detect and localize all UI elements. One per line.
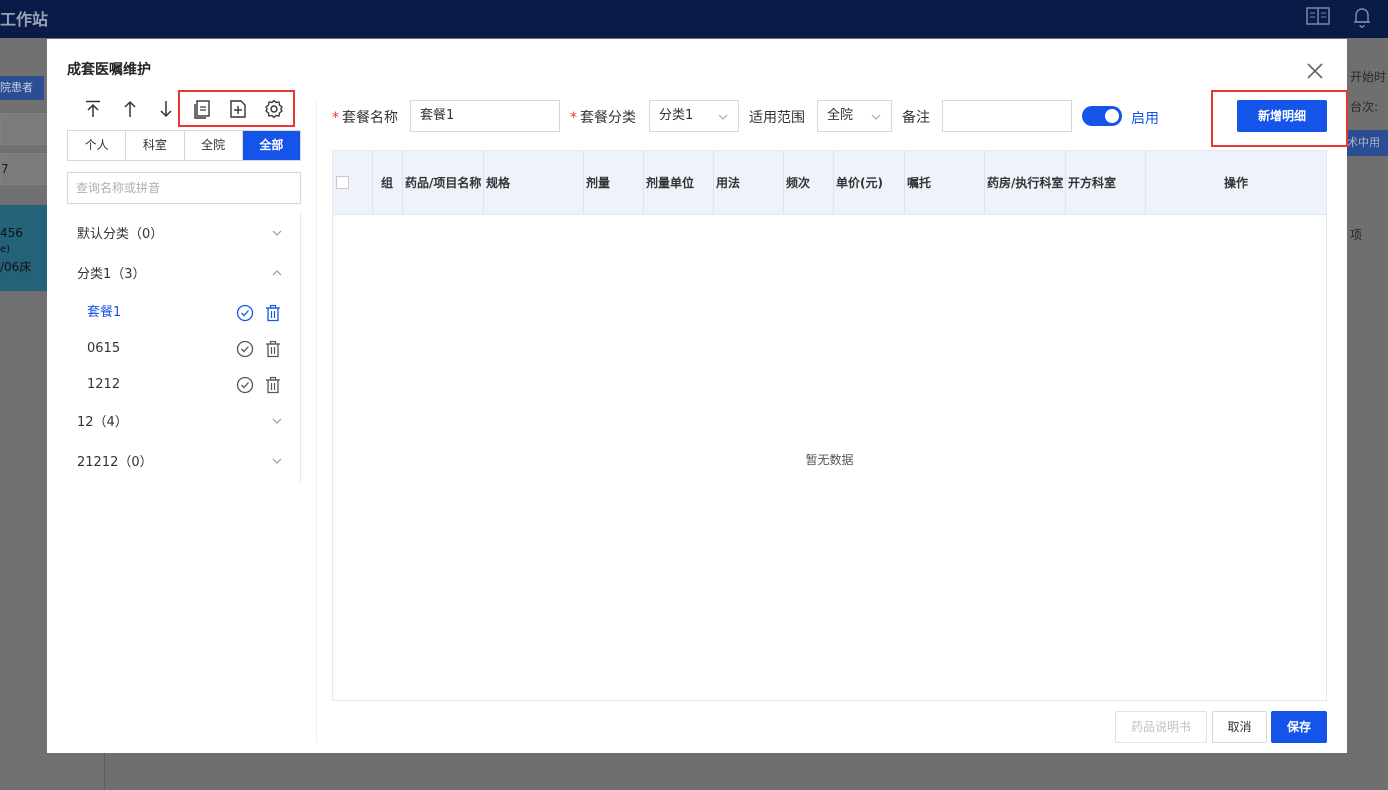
bg-tab-intraop[interactable]: 术中用 bbox=[1347, 130, 1388, 156]
order-set-label: 0615 bbox=[87, 341, 121, 356]
category-select-value: 分类1 bbox=[659, 108, 694, 123]
order-set-dialog: 成套医嘱维护 个人 科室 全院 全部 默认分类（0） 分类1（3） 套餐1 06… bbox=[47, 39, 1348, 753]
check-circle-icon[interactable] bbox=[236, 376, 254, 394]
column-header: 嘱托 bbox=[905, 151, 985, 214]
order-set-item[interactable]: 0615 bbox=[67, 334, 301, 364]
column-header: 剂量 bbox=[584, 151, 644, 214]
dialog-title: 成套医嘱维护 bbox=[67, 62, 151, 78]
order-set-label: 套餐1 bbox=[87, 305, 122, 320]
column-header: 药房/执行科室 bbox=[985, 151, 1066, 214]
book-icon[interactable] bbox=[1306, 6, 1330, 31]
settings-icon[interactable] bbox=[264, 99, 284, 119]
category-label: 默认分类（0） bbox=[77, 227, 164, 242]
scope-select[interactable]: 全院 bbox=[817, 100, 892, 132]
column-header: 操作 bbox=[1223, 175, 1248, 190]
copy-icon[interactable] bbox=[192, 99, 212, 119]
category-field-label: * 套餐分类 bbox=[570, 110, 636, 126]
close-icon[interactable] bbox=[1305, 61, 1325, 81]
detail-table: 组 药品/项目名称 规格 剂量 剂量单位 用法 频次 单价(元) 嘱托 药房/执… bbox=[332, 150, 1327, 701]
chevron-down-icon bbox=[718, 114, 728, 120]
patient-bed: /06床 bbox=[0, 260, 32, 274]
column-select bbox=[333, 151, 373, 214]
drug-manual-button[interactable]: 药品说明书 bbox=[1115, 711, 1207, 743]
table-header: 组 药品/项目名称 规格 剂量 剂量单位 用法 频次 单价(元) 嘱托 药房/执… bbox=[333, 151, 1326, 215]
trash-icon[interactable] bbox=[264, 340, 282, 358]
remark-input[interactable] bbox=[942, 100, 1072, 132]
category-12[interactable]: 12（4） bbox=[67, 408, 301, 438]
add-file-icon[interactable] bbox=[228, 99, 248, 119]
chevron-down-icon bbox=[272, 230, 282, 236]
tab-hospital[interactable]: 全院 bbox=[185, 131, 243, 160]
category-label: 21212（0） bbox=[77, 455, 153, 470]
name-input[interactable]: 套餐1 bbox=[410, 100, 560, 132]
category-21212[interactable]: 21212（0） bbox=[67, 448, 301, 478]
patient-tab[interactable]: 院患者 bbox=[0, 76, 44, 100]
category-default[interactable]: 默认分类（0） bbox=[67, 220, 301, 250]
save-button[interactable]: 保存 bbox=[1271, 711, 1327, 743]
bg-session: 台次: bbox=[1350, 100, 1379, 114]
empty-state: 暂无数据 bbox=[805, 453, 854, 467]
chevron-down-icon bbox=[272, 418, 282, 424]
column-header: 频次 bbox=[784, 151, 834, 214]
column-header: 开方科室 bbox=[1066, 151, 1146, 214]
column-header: 用法 bbox=[714, 151, 784, 214]
category-label: 分类1（3） bbox=[77, 267, 146, 282]
column-header: 单价(元) bbox=[834, 151, 905, 214]
column-header: 规格 bbox=[484, 151, 584, 214]
panel-divider bbox=[316, 99, 317, 743]
scope-select-value: 全院 bbox=[827, 108, 854, 123]
bg-start-time: 开始时 bbox=[1350, 70, 1387, 84]
patient-card[interactable]: 456 e) /06床 bbox=[0, 205, 48, 291]
check-circle-icon[interactable] bbox=[236, 304, 254, 322]
order-set-item[interactable]: 套餐1 bbox=[67, 298, 301, 328]
tab-all[interactable]: 全部 bbox=[242, 131, 300, 160]
patient-id: 456 bbox=[0, 226, 23, 240]
tree-scrollbar-line bbox=[300, 212, 301, 483]
category-label: 12（4） bbox=[77, 415, 128, 430]
category-select[interactable]: 分类1 bbox=[649, 100, 739, 132]
remark-label: 备注 bbox=[902, 110, 930, 126]
trash-icon[interactable] bbox=[264, 376, 282, 394]
patient-info: e) bbox=[0, 244, 11, 255]
move-top-icon[interactable] bbox=[83, 99, 103, 119]
scope-tabs: 个人 科室 全院 全部 bbox=[67, 130, 301, 161]
select-all-checkbox[interactable] bbox=[336, 176, 349, 189]
cancel-button[interactable]: 取消 bbox=[1212, 711, 1267, 743]
category-1[interactable]: 分类1（3） bbox=[67, 260, 301, 290]
order-set-label: 1212 bbox=[87, 377, 121, 392]
trash-icon[interactable] bbox=[264, 304, 282, 322]
column-header: 药品/项目名称 bbox=[403, 151, 484, 214]
chevron-down-icon bbox=[272, 458, 282, 464]
column-header: 剂量单位 bbox=[644, 151, 714, 214]
tab-department[interactable]: 科室 bbox=[126, 131, 185, 160]
bg-item: 项 bbox=[1350, 228, 1363, 242]
app-header: 工作站 bbox=[0, 0, 1388, 38]
scope-label: 适用范围 bbox=[749, 110, 805, 126]
order-set-item[interactable]: 1212 bbox=[67, 370, 301, 400]
enable-label: 启用 bbox=[1131, 111, 1159, 127]
add-detail-button[interactable]: 新增明细 bbox=[1237, 100, 1327, 132]
column-header: 组 bbox=[373, 151, 403, 214]
bg-field bbox=[0, 113, 50, 145]
bell-icon[interactable] bbox=[1352, 6, 1372, 33]
app-title: 工作站 bbox=[0, 10, 49, 29]
chevron-up-icon bbox=[272, 270, 282, 276]
tab-personal[interactable]: 个人 bbox=[68, 131, 127, 160]
search-input[interactable] bbox=[67, 172, 301, 204]
chevron-down-icon bbox=[871, 114, 881, 120]
bg-field-2: 7 bbox=[0, 153, 50, 185]
enable-toggle[interactable] bbox=[1082, 106, 1122, 126]
move-down-icon[interactable] bbox=[156, 99, 176, 119]
name-label: * 套餐名称 bbox=[332, 110, 398, 126]
move-up-icon[interactable] bbox=[120, 99, 140, 119]
toggle-knob bbox=[1105, 109, 1119, 123]
check-circle-icon[interactable] bbox=[236, 340, 254, 358]
